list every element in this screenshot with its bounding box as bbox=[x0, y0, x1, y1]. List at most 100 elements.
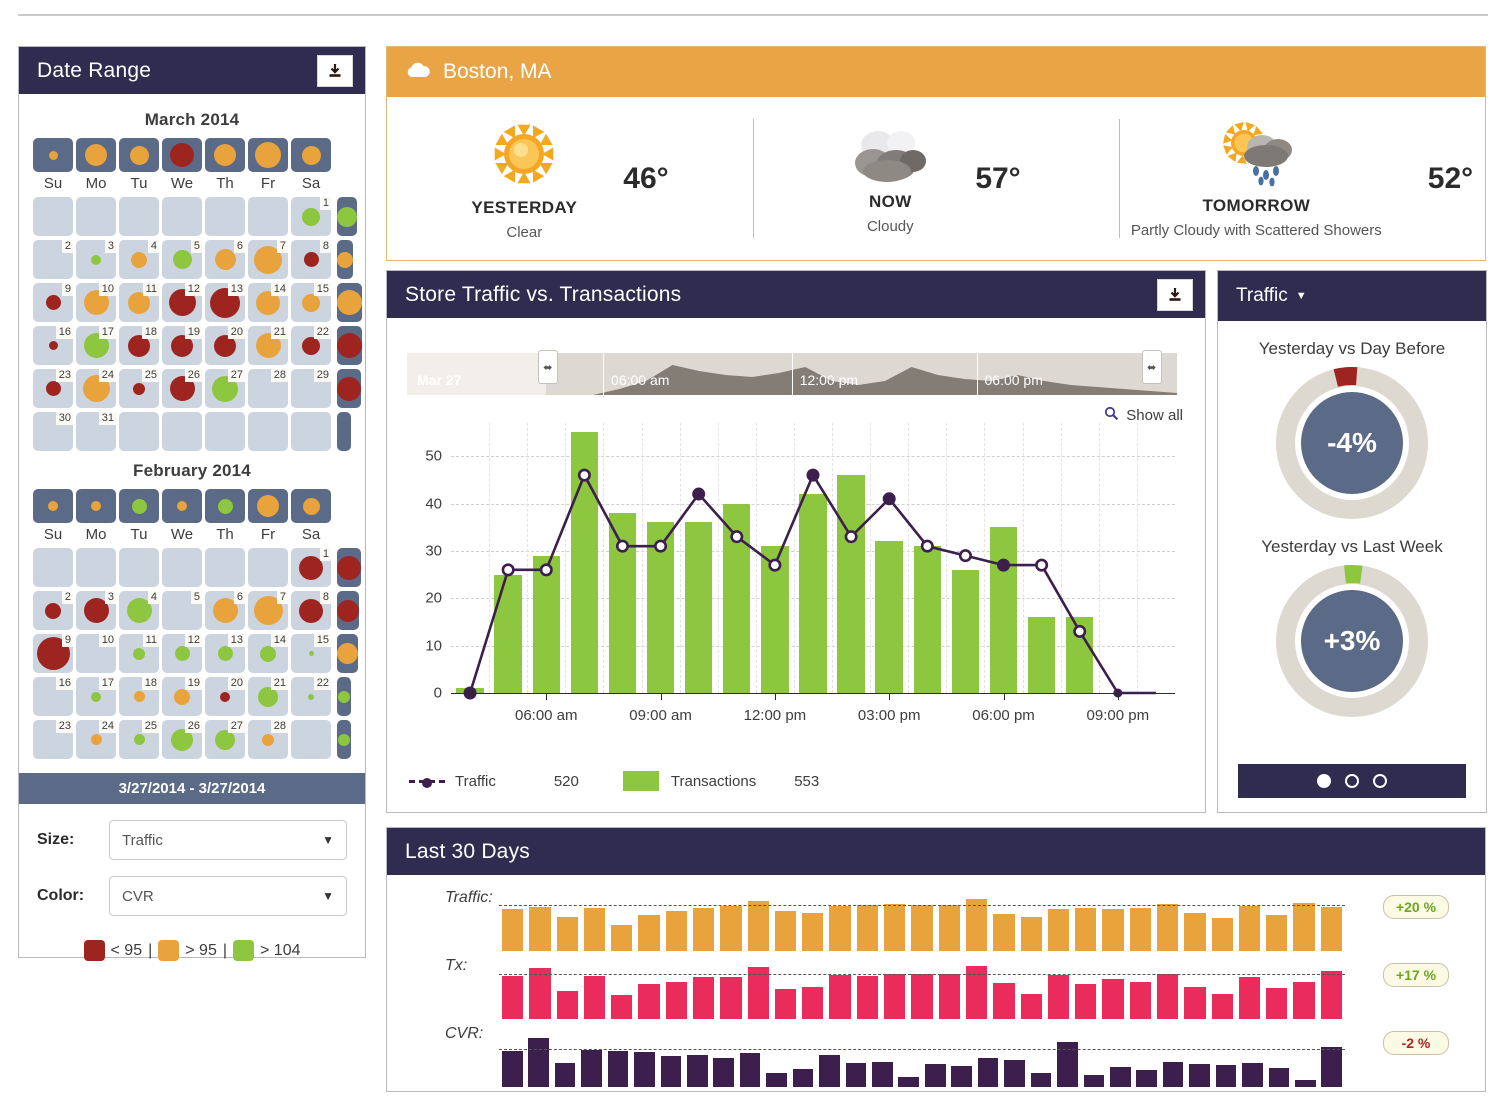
day-cell[interactable]: 30 bbox=[33, 412, 73, 451]
day-cell[interactable]: 12 bbox=[162, 634, 202, 673]
navigator-handle-left[interactable]: ⬌ bbox=[537, 350, 558, 384]
sparkline-bar[interactable] bbox=[1136, 1070, 1158, 1087]
pager-dot[interactable] bbox=[1345, 774, 1359, 788]
day-cell[interactable]: 28 bbox=[248, 720, 288, 759]
day-cell[interactable]: 1 bbox=[291, 548, 331, 587]
sparkline-bar[interactable] bbox=[774, 988, 797, 1019]
sparkline-bar[interactable] bbox=[1215, 1065, 1237, 1087]
day-cell[interactable]: 6 bbox=[205, 591, 245, 630]
sparkline-bar[interactable] bbox=[1266, 914, 1288, 951]
sparkline-bar[interactable] bbox=[638, 983, 660, 1019]
sparkline-bar[interactable] bbox=[938, 974, 960, 1019]
day-cell[interactable]: 14 bbox=[248, 634, 288, 673]
day-cell[interactable]: 13 bbox=[205, 634, 245, 673]
sparkline-bar[interactable] bbox=[502, 976, 524, 1019]
sparkline-bar[interactable] bbox=[1321, 1047, 1343, 1087]
sparkline-bar[interactable] bbox=[1238, 977, 1261, 1019]
sparkline-bar[interactable] bbox=[977, 1057, 999, 1087]
sparkline-bar[interactable] bbox=[1184, 912, 1206, 951]
sparkline-bar[interactable] bbox=[1156, 904, 1179, 951]
day-cell[interactable]: 10 bbox=[76, 634, 116, 673]
day-cell[interactable]: 25 bbox=[119, 720, 159, 759]
sparkline-bar[interactable] bbox=[1030, 1073, 1052, 1087]
day-cell[interactable]: 28 bbox=[248, 369, 288, 408]
sparkline-bar[interactable] bbox=[583, 907, 606, 951]
gauge-header[interactable]: Traffic ▼ bbox=[1218, 271, 1486, 321]
day-cell[interactable]: 22 bbox=[291, 677, 331, 716]
sparkline-bar[interactable] bbox=[1295, 1079, 1316, 1087]
sparkline-bar[interactable] bbox=[802, 986, 824, 1019]
sparkline-bar[interactable] bbox=[1075, 983, 1097, 1019]
day-cell[interactable]: 18 bbox=[119, 326, 159, 365]
sparkline-bar[interactable] bbox=[1109, 1067, 1131, 1087]
sparkline-bar[interactable] bbox=[1242, 1063, 1263, 1087]
sparkline-bar[interactable] bbox=[554, 1063, 576, 1087]
download-icon[interactable] bbox=[317, 54, 353, 87]
size-select[interactable]: Traffic ▼ bbox=[109, 820, 347, 860]
sparkline-bar[interactable] bbox=[802, 912, 824, 951]
sparkline-bar[interactable] bbox=[607, 1050, 629, 1087]
sparkline-bar[interactable] bbox=[1320, 906, 1342, 951]
download-icon[interactable] bbox=[1157, 278, 1193, 311]
sparkline-bar[interactable] bbox=[1266, 987, 1288, 1019]
sparkline-bar[interactable] bbox=[829, 975, 851, 1019]
sparkline-bar[interactable] bbox=[1293, 981, 1315, 1019]
sparkline-bar[interactable] bbox=[611, 925, 633, 951]
sparkline-bar[interactable] bbox=[1020, 994, 1042, 1019]
sparkline-bar[interactable] bbox=[1004, 1059, 1025, 1087]
sparkline-bar[interactable] bbox=[720, 977, 742, 1019]
sparkline-bar[interactable] bbox=[1211, 994, 1233, 1019]
sparkline-bar[interactable] bbox=[1189, 1064, 1210, 1087]
sparkline-bar[interactable] bbox=[819, 1054, 840, 1087]
day-cell[interactable]: 18 bbox=[119, 677, 159, 716]
day-cell[interactable]: 24 bbox=[76, 720, 116, 759]
sparkline-bar[interactable] bbox=[911, 905, 933, 951]
sparkline-bar[interactable] bbox=[898, 1076, 920, 1087]
day-cell[interactable]: 26 bbox=[162, 369, 202, 408]
day-cell[interactable]: 19 bbox=[162, 326, 202, 365]
day-cell[interactable]: 11 bbox=[119, 283, 159, 322]
sparkline-bar[interactable] bbox=[747, 900, 769, 951]
day-cell[interactable]: 2 bbox=[33, 240, 73, 279]
sparkline-bar[interactable] bbox=[1020, 916, 1042, 951]
sparkline-bar[interactable] bbox=[856, 976, 879, 1019]
day-cell[interactable]: 20 bbox=[205, 677, 245, 716]
day-cell[interactable]: 5 bbox=[162, 591, 202, 630]
day-cell[interactable]: 9 bbox=[33, 634, 73, 673]
day-cell[interactable]: 16 bbox=[33, 677, 73, 716]
day-cell[interactable]: 1 bbox=[291, 197, 331, 236]
day-cell[interactable]: 27 bbox=[205, 369, 245, 408]
day-cell[interactable]: 6 bbox=[205, 240, 245, 279]
sparkline-bar[interactable] bbox=[611, 995, 633, 1019]
sparkline-bar[interactable] bbox=[951, 1066, 972, 1087]
pager-dot[interactable] bbox=[1317, 774, 1331, 788]
day-cell[interactable]: 21 bbox=[248, 677, 288, 716]
sparkline-bar[interactable] bbox=[845, 1063, 867, 1087]
sparkline-bar[interactable] bbox=[938, 905, 960, 951]
sparkline-bar[interactable] bbox=[1156, 974, 1179, 1019]
sparkline-bar[interactable] bbox=[528, 1038, 549, 1087]
sparkline-bar[interactable] bbox=[924, 1064, 946, 1087]
day-cell[interactable]: 3 bbox=[76, 591, 116, 630]
sparkline-bar[interactable] bbox=[1047, 975, 1070, 1019]
day-cell[interactable]: 19 bbox=[162, 677, 202, 716]
day-cell[interactable]: 15 bbox=[291, 634, 331, 673]
day-cell[interactable]: 4 bbox=[119, 591, 159, 630]
sparkline-bar[interactable] bbox=[1129, 907, 1151, 951]
sparkline-bar[interactable] bbox=[1162, 1062, 1184, 1087]
sparkline-bar[interactable] bbox=[829, 906, 851, 951]
day-cell[interactable]: 5 bbox=[162, 240, 202, 279]
day-cell[interactable]: 14 bbox=[248, 283, 288, 322]
day-cell[interactable]: 2 bbox=[33, 591, 73, 630]
sparkline-bar[interactable] bbox=[556, 990, 578, 1019]
calendar-february[interactable]: February 2014 Su Mo Tu We Th Fr Sa 1 2 3 4 5 6 7 8 9 10 11… bbox=[33, 461, 361, 761]
sparkline-bar[interactable] bbox=[1075, 908, 1097, 951]
day-cell[interactable]: 3 bbox=[76, 240, 116, 279]
day-cell[interactable]: 26 bbox=[162, 720, 202, 759]
sparkline-bar[interactable] bbox=[665, 981, 688, 1019]
sparkline-bar[interactable] bbox=[529, 968, 551, 1019]
sparkline-bar[interactable] bbox=[766, 1073, 787, 1087]
day-cell[interactable]: 16 bbox=[33, 326, 73, 365]
sparkline-bar[interactable] bbox=[693, 977, 715, 1019]
sparkline-bar[interactable] bbox=[1102, 979, 1124, 1019]
